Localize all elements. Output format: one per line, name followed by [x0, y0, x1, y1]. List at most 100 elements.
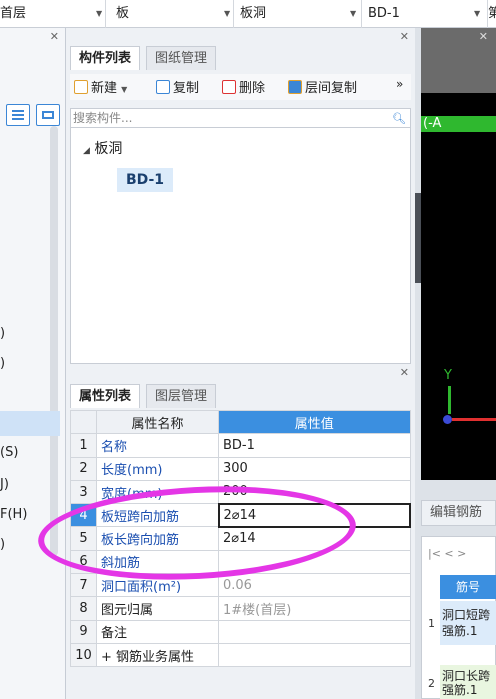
row-number: 6: [70, 549, 97, 575]
copy-icon: [156, 80, 170, 94]
chevron-down-icon: ▼: [224, 9, 231, 18]
origin-marker: [443, 415, 452, 424]
table-row[interactable]: 4 板短跨向加筋 2⌀14: [70, 502, 411, 528]
category-select-value: 板: [116, 6, 130, 21]
property-name: 名称: [96, 433, 219, 458]
tree-node[interactable]: ◢ 板洞: [83, 138, 122, 158]
collapse-arrow-icon[interactable]: ◢: [83, 146, 90, 156]
search-icon[interactable]: 🔍︎: [392, 110, 406, 128]
table-row[interactable]: 8 图元归属 1#楼(首层): [70, 596, 411, 621]
tab-drawing-management[interactable]: 图纸管理: [146, 46, 217, 70]
property-value: 0.06: [218, 573, 411, 598]
floor-copy-icon: [288, 80, 302, 94]
copy-button-label: 复制: [173, 81, 200, 96]
close-icon[interactable]: ✕: [50, 30, 59, 43]
table-row[interactable]: 5 板长跨向加筋 2⌀14: [70, 526, 411, 551]
column-header-bar-number: 筋号: [440, 575, 496, 599]
row-number: 9: [70, 619, 97, 644]
property-name: 板长跨向加筋: [96, 526, 219, 551]
new-button[interactable]: 新建 ▼: [74, 77, 127, 96]
property-value: 1#楼(首层): [218, 596, 411, 621]
delete-button[interactable]: 删除: [222, 77, 265, 96]
axis-label: (-A: [421, 116, 496, 132]
table-row[interactable]: 9 备注: [70, 619, 411, 644]
table-row[interactable]: 10 + 钢筋业务属性: [70, 642, 411, 668]
x-axis-arrow: [452, 418, 496, 421]
property-value[interactable]: [218, 619, 411, 644]
row-number: 3: [70, 479, 97, 505]
more-button[interactable]: »: [396, 77, 403, 91]
property-value[interactable]: BD-1: [218, 433, 411, 458]
rebar-row-1[interactable]: 洞口短跨强筋.1: [440, 601, 496, 645]
row-number: 7: [70, 573, 97, 598]
property-name: 宽度(mm): [96, 479, 219, 505]
property-group-expander[interactable]: + 钢筋业务属性: [96, 642, 219, 668]
component-tree: ◢ 板洞 BD-1: [70, 128, 411, 364]
left-item[interactable]: (S): [0, 445, 18, 460]
detail-view-button[interactable]: [36, 104, 60, 126]
scrollbar[interactable]: [50, 126, 58, 556]
row-number: 4: [70, 503, 97, 528]
table-row[interactable]: 6 斜加筋: [70, 549, 411, 575]
selector-bar: 首层 ▼ 板 ▼ 板洞 ▼ BD-1 ▼ 第: [0, 0, 496, 28]
component-select-value: BD-1: [368, 6, 400, 21]
tab-property-list[interactable]: 属性列表: [70, 384, 141, 408]
floor-select[interactable]: 首层 ▼: [0, 0, 106, 28]
type-select[interactable]: 板洞 ▼: [234, 0, 362, 28]
copy-button[interactable]: 复制: [156, 77, 199, 96]
rebar-row-2[interactable]: 洞口长跨强筋.1: [440, 665, 496, 699]
tab-component-list[interactable]: 构件列表: [70, 46, 141, 70]
property-name: 板短跨向加筋: [96, 503, 219, 528]
left-item[interactable]: ): [0, 537, 5, 552]
delete-icon: [222, 80, 236, 94]
property-name: 洞口面积(m²): [96, 573, 219, 598]
floor-select-value: 首层: [0, 6, 27, 21]
column-header-value: 属性值: [218, 409, 411, 435]
delete-button-label: 删除: [239, 81, 266, 96]
floor-copy-button[interactable]: 层间复制: [288, 77, 357, 96]
property-name: 长度(mm): [96, 456, 219, 481]
property-value[interactable]: 200: [218, 479, 411, 505]
row-number: 2: [428, 677, 435, 690]
property-value: [218, 642, 411, 668]
list-view-button[interactable]: [6, 104, 30, 126]
drawing-canvas[interactable]: (-A Y: [421, 28, 496, 480]
property-table: 属性名称 属性值 1 名称 BD-1 2 长度(mm) 300 3 宽度(mm)…: [70, 409, 411, 668]
table-row[interactable]: 2 长度(mm) 300: [70, 456, 411, 481]
table-row[interactable]: 3 宽度(mm) 200: [70, 479, 411, 505]
table-row[interactable]: 1 名称 BD-1: [70, 433, 411, 458]
property-value[interactable]: 2⌀14: [218, 526, 411, 551]
component-toolbar: 新建 ▼ 复制 删除 层间复制 »: [70, 74, 411, 100]
close-icon[interactable]: ✕: [400, 366, 409, 379]
property-value-editing[interactable]: 2⌀14: [217, 502, 411, 528]
left-item[interactable]: ): [0, 326, 5, 341]
table-row[interactable]: 7 洞口面积(m²) 0.06: [70, 573, 411, 598]
left-item[interactable]: J): [0, 477, 9, 492]
chevron-down-icon: ▼: [350, 9, 357, 18]
grid-nav-buttons[interactable]: |< < >: [428, 547, 466, 560]
tab-edit-rebar[interactable]: 编辑钢筋: [421, 500, 496, 526]
category-select[interactable]: 板 ▼: [106, 0, 234, 28]
property-name: 斜加筋: [96, 549, 219, 575]
property-value[interactable]: 300: [218, 456, 411, 481]
component-tabs: 构件列表 图纸管理: [70, 46, 270, 70]
row-number: 1: [70, 433, 97, 458]
close-icon[interactable]: ✕: [400, 30, 409, 43]
left-item[interactable]: F(H): [0, 507, 27, 522]
tree-leaf-selected[interactable]: BD-1: [117, 168, 173, 192]
row-number: 10: [70, 642, 97, 668]
column-header-name: 属性名称: [96, 409, 219, 435]
tree-node-label: 板洞: [94, 141, 123, 157]
left-item[interactable]: ): [0, 356, 5, 371]
selected-row-highlight: [0, 411, 60, 436]
new-icon: [74, 80, 88, 94]
property-value[interactable]: [218, 549, 411, 575]
type-select-value: 板洞: [240, 6, 267, 21]
extra-select[interactable]: 第: [488, 0, 496, 28]
tab-layer-management[interactable]: 图层管理: [146, 384, 217, 408]
close-icon[interactable]: ✕: [479, 30, 488, 43]
component-panel: ✕ 构件列表 图纸管理 新建 ▼ 复制 删除 层间复制 » 搜索构件... 🔍︎…: [66, 28, 415, 699]
search-input[interactable]: 搜索构件... 🔍︎: [70, 108, 411, 128]
component-select[interactable]: BD-1 ▼: [362, 0, 488, 28]
new-button-label: 新建: [91, 81, 118, 96]
